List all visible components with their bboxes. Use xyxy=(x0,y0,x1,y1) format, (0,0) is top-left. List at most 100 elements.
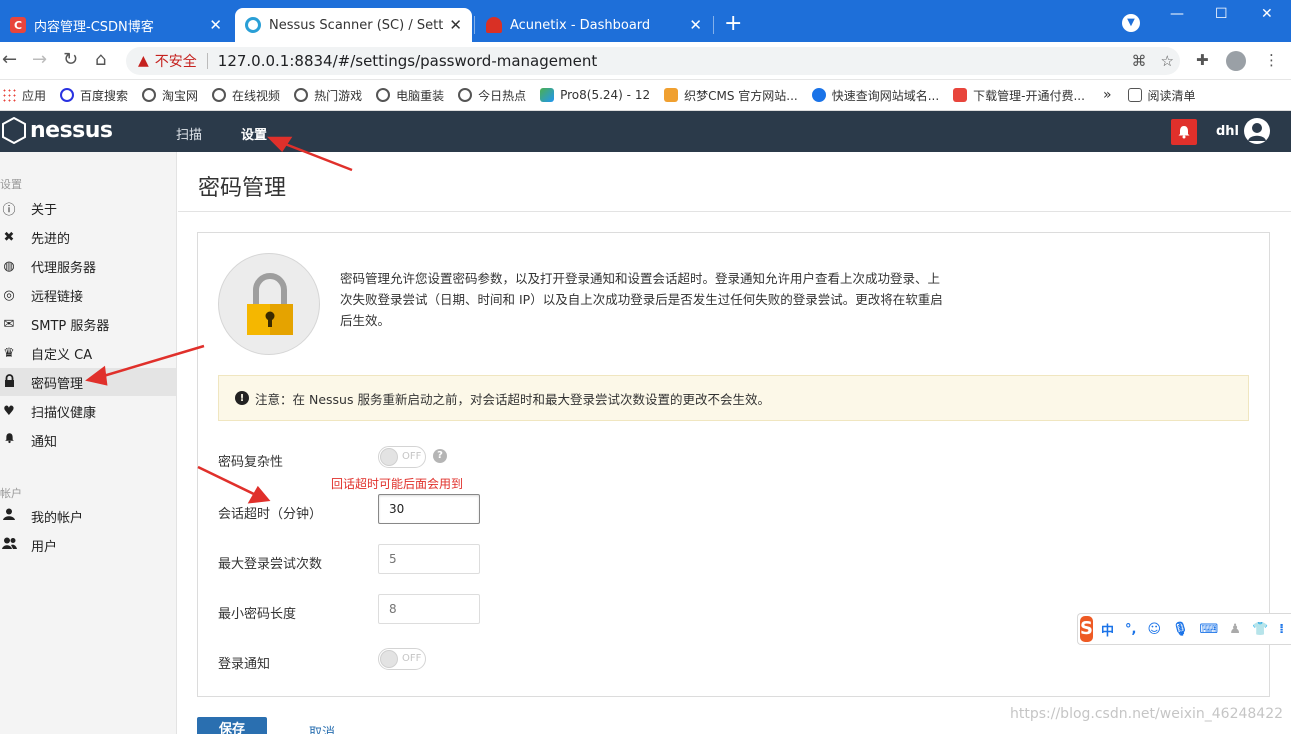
notifications-button[interactable] xyxy=(1171,119,1197,145)
bookmark-star-icon[interactable]: ☆ xyxy=(1161,52,1174,70)
sidebar-item-label: 通知 xyxy=(31,434,58,450)
sidebar-item-notifications[interactable]: 通知 xyxy=(0,426,176,454)
sidebar-item-proxy[interactable]: ◍ 代理服务器 xyxy=(0,252,176,280)
restart-notice: ! 注意：在 Nessus 服务重新启动之前，对会话超时和最大登录尝试次数设置的… xyxy=(218,375,1249,421)
user-icon xyxy=(2,508,16,524)
sidebar-item-password-management[interactable]: 密码管理 xyxy=(0,368,176,396)
more-bookmarks-icon[interactable]: » xyxy=(1103,87,1112,103)
certificate-icon: ♛ xyxy=(3,345,15,361)
sidebar-item-advanced[interactable]: ✖ 先进的 xyxy=(0,223,176,251)
tab-acunetix[interactable]: Acunetix - Dashboard ✕ xyxy=(476,8,712,42)
globe-icon xyxy=(142,88,157,102)
bookmark-apps[interactable]: 应用 xyxy=(2,87,46,104)
bookmark-taobao[interactable]: 淘宝网 xyxy=(142,87,198,104)
help-icon[interactable]: ? xyxy=(433,449,447,463)
bookmark-label: 在线视频 xyxy=(232,88,281,103)
sidebar-item-custom-ca[interactable]: ♛ 自定义 CA xyxy=(0,339,176,367)
close-tab-icon[interactable]: ✕ xyxy=(209,16,222,34)
bookmark-hot[interactable]: 今日热点 xyxy=(458,87,526,104)
min-password-length-input[interactable] xyxy=(378,594,480,624)
ime-mode-chinese[interactable]: 中 xyxy=(1101,620,1114,639)
search-icon xyxy=(811,88,826,102)
login-notification-toggle[interactable]: OFF xyxy=(378,648,426,670)
bookmark-domain[interactable]: 快速查询网站域名... xyxy=(811,87,940,104)
url-text[interactable]: 127.0.0.1:8834/#/settings/password-manag… xyxy=(218,52,597,70)
user-icon[interactable]: ♟ xyxy=(1229,622,1241,637)
max-login-attempts-input[interactable] xyxy=(378,544,480,574)
username[interactable]: dhl xyxy=(1216,124,1239,139)
save-button[interactable]: 保存 xyxy=(197,717,267,734)
address-bar[interactable]: ▲ 不安全 127.0.0.1:8834/#/settings/password… xyxy=(126,47,1180,75)
session-timeout-input[interactable] xyxy=(378,494,480,524)
nessus-logo[interactable]: nessus xyxy=(2,117,113,144)
sogou-logo-icon[interactable]: S xyxy=(1080,616,1093,642)
acunetix-favicon-icon xyxy=(486,17,502,33)
keyboard-icon[interactable]: ⌨ xyxy=(1200,622,1219,637)
nav-settings[interactable]: 设置 xyxy=(241,124,267,143)
user-avatar[interactable] xyxy=(1244,118,1270,144)
password-complexity-toggle[interactable]: OFF xyxy=(378,446,426,468)
sidebar-item-about[interactable]: ⓘ 关于 xyxy=(0,194,176,222)
bookmark-dedecms[interactable]: 织梦CMS 官方网站... xyxy=(664,87,798,104)
bookmark-games[interactable]: 热门游戏 xyxy=(294,87,362,104)
bookmark-baidu[interactable]: 百度搜索 xyxy=(60,87,128,104)
tab-title: Acunetix - Dashboard xyxy=(510,17,651,33)
bookmark-download[interactable]: 下载管理-开通付费... xyxy=(953,87,1085,104)
sidebar-item-label: 扫描仪健康 xyxy=(31,405,97,421)
globe-icon xyxy=(376,88,391,102)
close-window-icon[interactable]: ✕ xyxy=(1261,6,1273,22)
sidebar-item-smtp[interactable]: ✉ SMTP 服务器 xyxy=(0,310,176,338)
sidebar-item-users[interactable]: 用户 xyxy=(0,531,176,559)
sidebar-item-my-account[interactable]: 我的帐户 xyxy=(0,502,176,530)
bookmark-label: 应用 xyxy=(22,88,47,103)
tab-search-icon[interactable]: ▼ xyxy=(1122,14,1140,32)
bookmark-video[interactable]: 在线视频 xyxy=(212,87,280,104)
minimize-icon[interactable]: — xyxy=(1170,6,1184,22)
tab-divider xyxy=(713,16,714,34)
bookmark-reinstall[interactable]: 电脑重装 xyxy=(376,87,444,104)
sidebar-item-remote-link[interactable]: ◎ 远程链接 xyxy=(0,281,176,309)
ime-toolbar[interactable]: S 中 °, ☺ 🎙 ⌨ ♟ 👕 ⁞ xyxy=(1077,613,1291,645)
ime-punctuation[interactable]: °, xyxy=(1125,622,1136,637)
home-icon[interactable]: ⌂ xyxy=(95,50,106,70)
bookmark-label: 今日热点 xyxy=(478,88,527,103)
tab-csdn[interactable]: C 内容管理-CSDN博客 ✕ xyxy=(0,8,232,42)
reading-list-label: 阅读清单 xyxy=(1147,88,1196,103)
nessus-favicon-icon xyxy=(245,17,261,33)
reload-icon[interactable]: ↻ xyxy=(63,50,78,70)
emoji-icon[interactable]: ☺ xyxy=(1147,622,1161,637)
bell-icon xyxy=(1178,126,1190,139)
bookmark-label: Pro8(5.24) - 12 xyxy=(560,88,651,102)
security-label[interactable]: 不安全 xyxy=(155,51,197,71)
title-divider xyxy=(178,211,1291,212)
nav-scan[interactable]: 扫描 xyxy=(176,124,202,143)
bookmark-label: 快速查询网站域名... xyxy=(831,88,940,103)
back-icon[interactable]: ← xyxy=(2,50,17,70)
bookmark-pro8[interactable]: Pro8(5.24) - 12 xyxy=(540,88,650,102)
warning-icon[interactable]: ▲ xyxy=(138,53,149,69)
reading-list[interactable]: 阅读清单 xyxy=(1127,87,1196,104)
extensions-icon[interactable]: ✚ xyxy=(1196,51,1209,69)
login-notification-label: 登录通知 xyxy=(218,657,271,672)
skin-shirt-icon[interactable]: 👕 xyxy=(1252,622,1268,637)
close-tab-icon[interactable]: ✕ xyxy=(689,16,702,34)
sidebar-item-label: 先进的 xyxy=(31,231,71,247)
forward-icon[interactable]: → xyxy=(32,50,47,70)
grid-menu-icon[interactable]: ⁞ xyxy=(1279,622,1284,637)
profile-avatar[interactable] xyxy=(1226,51,1246,71)
translate-icon[interactable]: ⌘ xyxy=(1132,52,1147,70)
new-tab-button[interactable]: + xyxy=(724,12,742,36)
tab-nessus-settings[interactable]: Nessus Scanner (SC) / Settings ✕ xyxy=(235,8,472,42)
maximize-icon[interactable]: ☐ xyxy=(1215,6,1228,22)
notice-text: 注意：在 Nessus 服务重新启动之前，对会话超时和最大登录尝试次数设置的更改… xyxy=(255,391,770,407)
menu-icon[interactable]: ⋮ xyxy=(1264,51,1279,69)
close-tab-icon[interactable]: ✕ xyxy=(449,16,462,34)
globe-icon: ◍ xyxy=(3,258,15,274)
csdn-icon xyxy=(953,88,968,102)
bookmarks-bar: 应用 百度搜索 淘宝网 在线视频 热门游戏 电脑重装 今日热点 Pro8(5.2… xyxy=(0,80,1291,111)
sidebar-item-label: 我的帐户 xyxy=(31,510,84,526)
tab-title: 内容管理-CSDN博客 xyxy=(34,19,154,35)
microphone-icon[interactable]: 🎙 xyxy=(1172,622,1189,637)
cancel-link[interactable]: 取消 xyxy=(309,722,335,734)
sidebar-item-scanner-health[interactable]: ♥ 扫描仪健康 xyxy=(0,397,176,425)
